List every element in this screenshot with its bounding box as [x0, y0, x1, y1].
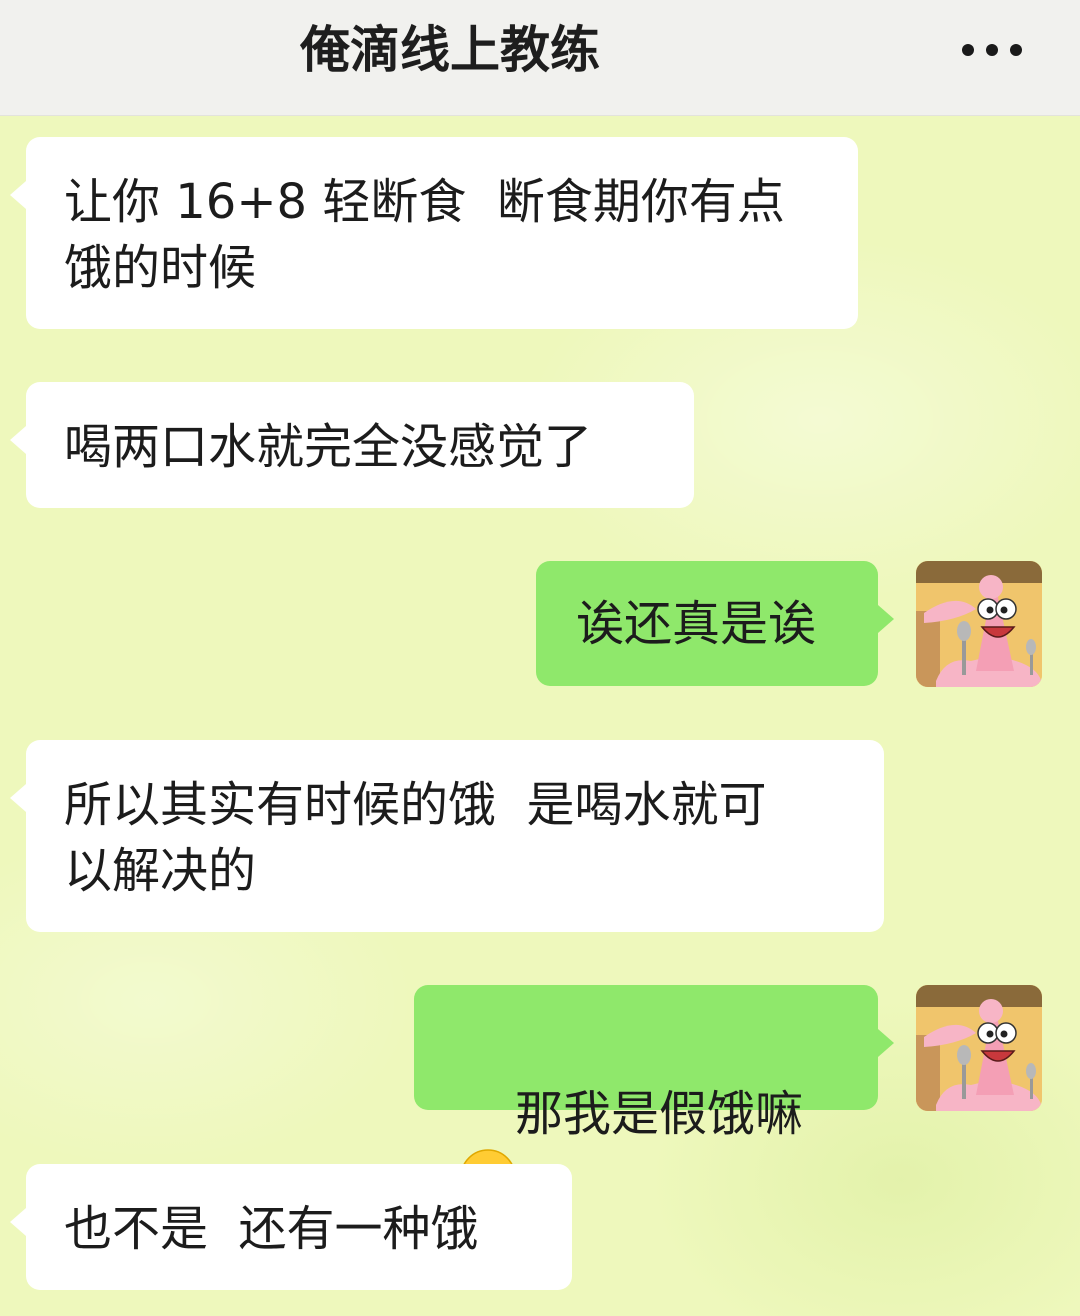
incoming-message[interactable]: 让你 16+8 轻断食 断食期你有点 饿的时候	[10, 137, 858, 329]
avatar-image	[916, 985, 1042, 1111]
incoming-message[interactable]: 所以其实有时候的饿 是喝水就可 以解决的	[10, 740, 884, 932]
outgoing-message[interactable]: 诶还真是诶	[536, 561, 894, 686]
outgoing-message-text: 那我是假饿嘛	[515, 1086, 804, 1142]
more-dot	[986, 44, 998, 56]
patrick-star-avatar[interactable]	[916, 561, 1042, 687]
incoming-message[interactable]: 喝两口水就完全没感觉了	[10, 382, 694, 508]
avatar-image	[916, 561, 1042, 687]
more-dots-icon[interactable]	[962, 44, 1022, 56]
more-dot	[1010, 44, 1022, 56]
outgoing-message[interactable]: 那我是假饿嘛	[414, 985, 894, 1205]
chat-title: 俺滴线上教练	[300, 21, 600, 79]
incoming-message[interactable]: 也不是 还有一种饿	[10, 1164, 572, 1290]
chat-header: 俺滴线上教练	[0, 0, 1080, 116]
more-dot	[962, 44, 974, 56]
patrick-star-avatar[interactable]	[916, 985, 1042, 1111]
